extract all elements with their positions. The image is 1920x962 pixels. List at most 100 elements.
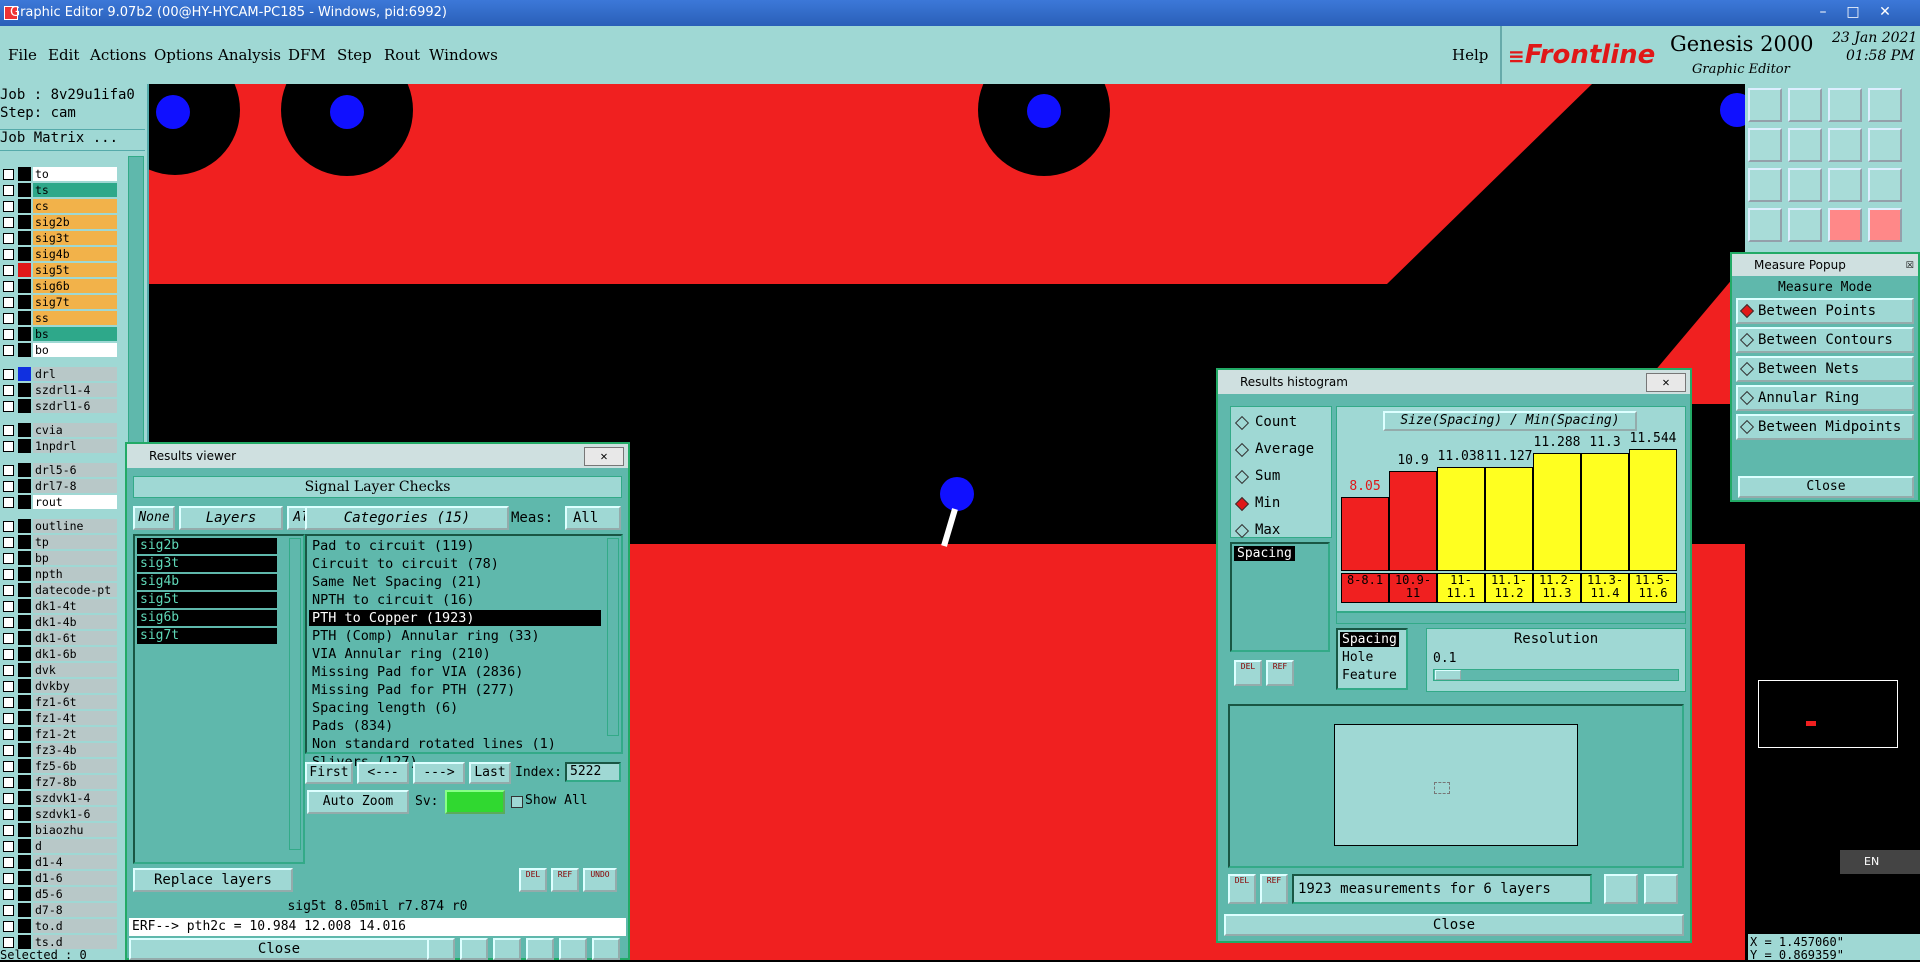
layer-row[interactable]: bs bbox=[0, 327, 118, 341]
layer-row[interactable]: szdvk1-6 bbox=[0, 807, 118, 821]
resolution-slider-thumb[interactable] bbox=[1435, 670, 1461, 680]
layer-listbox[interactable]: sig2b sig3t sig4b sig5t sig6b sig7t bbox=[133, 534, 305, 864]
category-item[interactable]: VIA Annular ring (210) bbox=[309, 646, 601, 662]
layer-checkbox[interactable] bbox=[3, 537, 14, 548]
layer-row[interactable]: sig4b bbox=[0, 247, 118, 261]
meas-dropdown[interactable]: All bbox=[565, 506, 621, 530]
layer-row[interactable]: to.d bbox=[0, 919, 118, 933]
layer-checkbox[interactable] bbox=[3, 601, 14, 612]
toolbar-help-icon[interactable] bbox=[1868, 168, 1902, 202]
layer-row[interactable]: bp bbox=[0, 551, 118, 565]
layer-row[interactable]: to bbox=[0, 167, 118, 181]
category-item[interactable]: Same Net Spacing (21) bbox=[309, 574, 601, 590]
layer-row[interactable]: tp bbox=[0, 535, 118, 549]
layer-checkbox[interactable] bbox=[3, 809, 14, 820]
layer-checkbox[interactable] bbox=[3, 345, 14, 356]
layer-row[interactable]: sig2b bbox=[0, 215, 118, 229]
results-tool-stop-icon[interactable] bbox=[460, 938, 488, 960]
histogram-close-x[interactable]: ✕ bbox=[1646, 373, 1686, 392]
hist-del-button-2[interactable]: DEL bbox=[1228, 874, 1256, 904]
layer-checkbox[interactable] bbox=[3, 169, 14, 180]
layer-row[interactable]: rout bbox=[0, 495, 118, 509]
layer-list-item[interactable]: sig5t bbox=[137, 592, 277, 608]
close-icon[interactable]: ☒ bbox=[1906, 256, 1914, 272]
layer-checkbox[interactable] bbox=[3, 329, 14, 340]
layer-checkbox[interactable] bbox=[3, 857, 14, 868]
del-button[interactable]: DEL bbox=[519, 868, 547, 892]
category-item[interactable]: Missing Pad for VIA (2836) bbox=[309, 664, 601, 680]
layer-checkbox[interactable] bbox=[3, 937, 14, 948]
replace-layers-dropdown[interactable]: Replace layers bbox=[133, 868, 293, 892]
toolbar-zoom-icon[interactable] bbox=[1788, 168, 1822, 202]
layer-listbox-scrollbar[interactable] bbox=[289, 538, 301, 850]
results-tool-list-icon[interactable] bbox=[559, 938, 587, 960]
minimize-button[interactable]: – bbox=[1812, 2, 1834, 22]
show-all-checkbox[interactable] bbox=[511, 796, 523, 808]
results-viewer-close-x[interactable]: ✕ bbox=[584, 447, 624, 466]
menu-windows[interactable]: Windows bbox=[429, 46, 498, 64]
layer-row[interactable]: szdrl1-6 bbox=[0, 399, 118, 413]
measure-option-between-midpoints[interactable]: Between Midpoints bbox=[1736, 414, 1914, 440]
toolbar-measure-icon[interactable] bbox=[1788, 208, 1822, 242]
layer-checkbox[interactable] bbox=[3, 553, 14, 564]
auto-zoom-dropdown[interactable]: Auto Zoom bbox=[307, 790, 409, 814]
measure-option-between-contours[interactable]: Between Contours bbox=[1736, 327, 1914, 353]
category-listbox[interactable]: Pad to circuit (119) Circuit to circuit (… bbox=[305, 534, 623, 770]
layer-row[interactable]: d1-4 bbox=[0, 855, 118, 869]
menu-step[interactable]: Step bbox=[337, 46, 372, 64]
layer-row[interactable]: npth bbox=[0, 567, 118, 581]
layer-checkbox[interactable] bbox=[3, 921, 14, 932]
layer-checkbox[interactable] bbox=[3, 793, 14, 804]
layer-row[interactable]: ss bbox=[0, 311, 118, 325]
type-list[interactable]: Spacing Hole Feature bbox=[1336, 628, 1408, 690]
layer-row[interactable]: drl5-6 bbox=[0, 463, 118, 477]
layer-checkbox[interactable] bbox=[3, 745, 14, 756]
layer-checkbox[interactable] bbox=[3, 465, 14, 476]
measure-option-annular-ring[interactable]: Annular Ring bbox=[1736, 385, 1914, 411]
category-item[interactable]: Pad to circuit (119) bbox=[309, 538, 601, 554]
hist-ref-button-2[interactable]: REF bbox=[1260, 874, 1288, 904]
layer-checkbox[interactable] bbox=[3, 265, 14, 276]
layer-checkbox[interactable] bbox=[3, 425, 14, 436]
layer-checkbox[interactable] bbox=[3, 569, 14, 580]
layer-checkbox[interactable] bbox=[3, 665, 14, 676]
histogram-list-item[interactable]: Spacing bbox=[1234, 546, 1295, 561]
mode-min[interactable]: Min bbox=[1233, 492, 1327, 514]
category-item[interactable]: PTH (Comp) Annular ring (33) bbox=[309, 628, 601, 644]
layer-checkbox[interactable] bbox=[3, 313, 14, 324]
menu-options[interactable]: Options bbox=[154, 46, 213, 64]
layer-checkbox[interactable] bbox=[3, 521, 14, 532]
layer-checkbox[interactable] bbox=[3, 825, 14, 836]
toolbar-pan-left-icon[interactable] bbox=[1748, 128, 1782, 162]
layer-row[interactable]: dk1-4t bbox=[0, 599, 118, 613]
layer-checkbox[interactable] bbox=[3, 401, 14, 412]
results-tool-next-icon[interactable] bbox=[526, 938, 554, 960]
mode-sum[interactable]: Sum bbox=[1233, 465, 1327, 487]
category-item[interactable]: PTH to Copper (1923) bbox=[309, 610, 601, 626]
layer-checkbox[interactable] bbox=[3, 281, 14, 292]
layer-row[interactable]: fz3-4b bbox=[0, 743, 118, 757]
none-button[interactable]: None bbox=[133, 506, 175, 530]
layer-row[interactable]: sig3t bbox=[0, 231, 118, 245]
toolbar-scale-icon[interactable] bbox=[1828, 168, 1862, 202]
layer-checkbox[interactable] bbox=[3, 873, 14, 884]
layer-row[interactable]: szdrl1-4 bbox=[0, 383, 118, 397]
menu-analysis[interactable]: Analysis bbox=[218, 46, 281, 64]
menu-rout[interactable]: Rout bbox=[384, 46, 420, 64]
chart-scrollbar[interactable] bbox=[1336, 612, 1686, 624]
layer-row[interactable]: d5-6 bbox=[0, 887, 118, 901]
layer-checkbox[interactable] bbox=[3, 633, 14, 644]
layer-row[interactable]: drl7-8 bbox=[0, 479, 118, 493]
layer-checkbox[interactable] bbox=[3, 249, 14, 260]
layer-row[interactable]: datecode-pt bbox=[0, 583, 118, 597]
layer-checkbox[interactable] bbox=[3, 497, 14, 508]
layer-list-item[interactable]: sig2b bbox=[137, 538, 277, 554]
layer-checkbox[interactable] bbox=[3, 761, 14, 772]
job-matrix-button[interactable]: Job Matrix ... bbox=[0, 129, 145, 151]
toolbar-open-icon[interactable] bbox=[1748, 88, 1782, 122]
layer-checkbox[interactable] bbox=[3, 297, 14, 308]
layer-checkbox[interactable] bbox=[3, 681, 14, 692]
results-tool-mark-icon[interactable] bbox=[493, 938, 521, 960]
measure-close-button[interactable]: Close bbox=[1738, 476, 1914, 498]
next-button[interactable]: ---> bbox=[413, 762, 465, 784]
